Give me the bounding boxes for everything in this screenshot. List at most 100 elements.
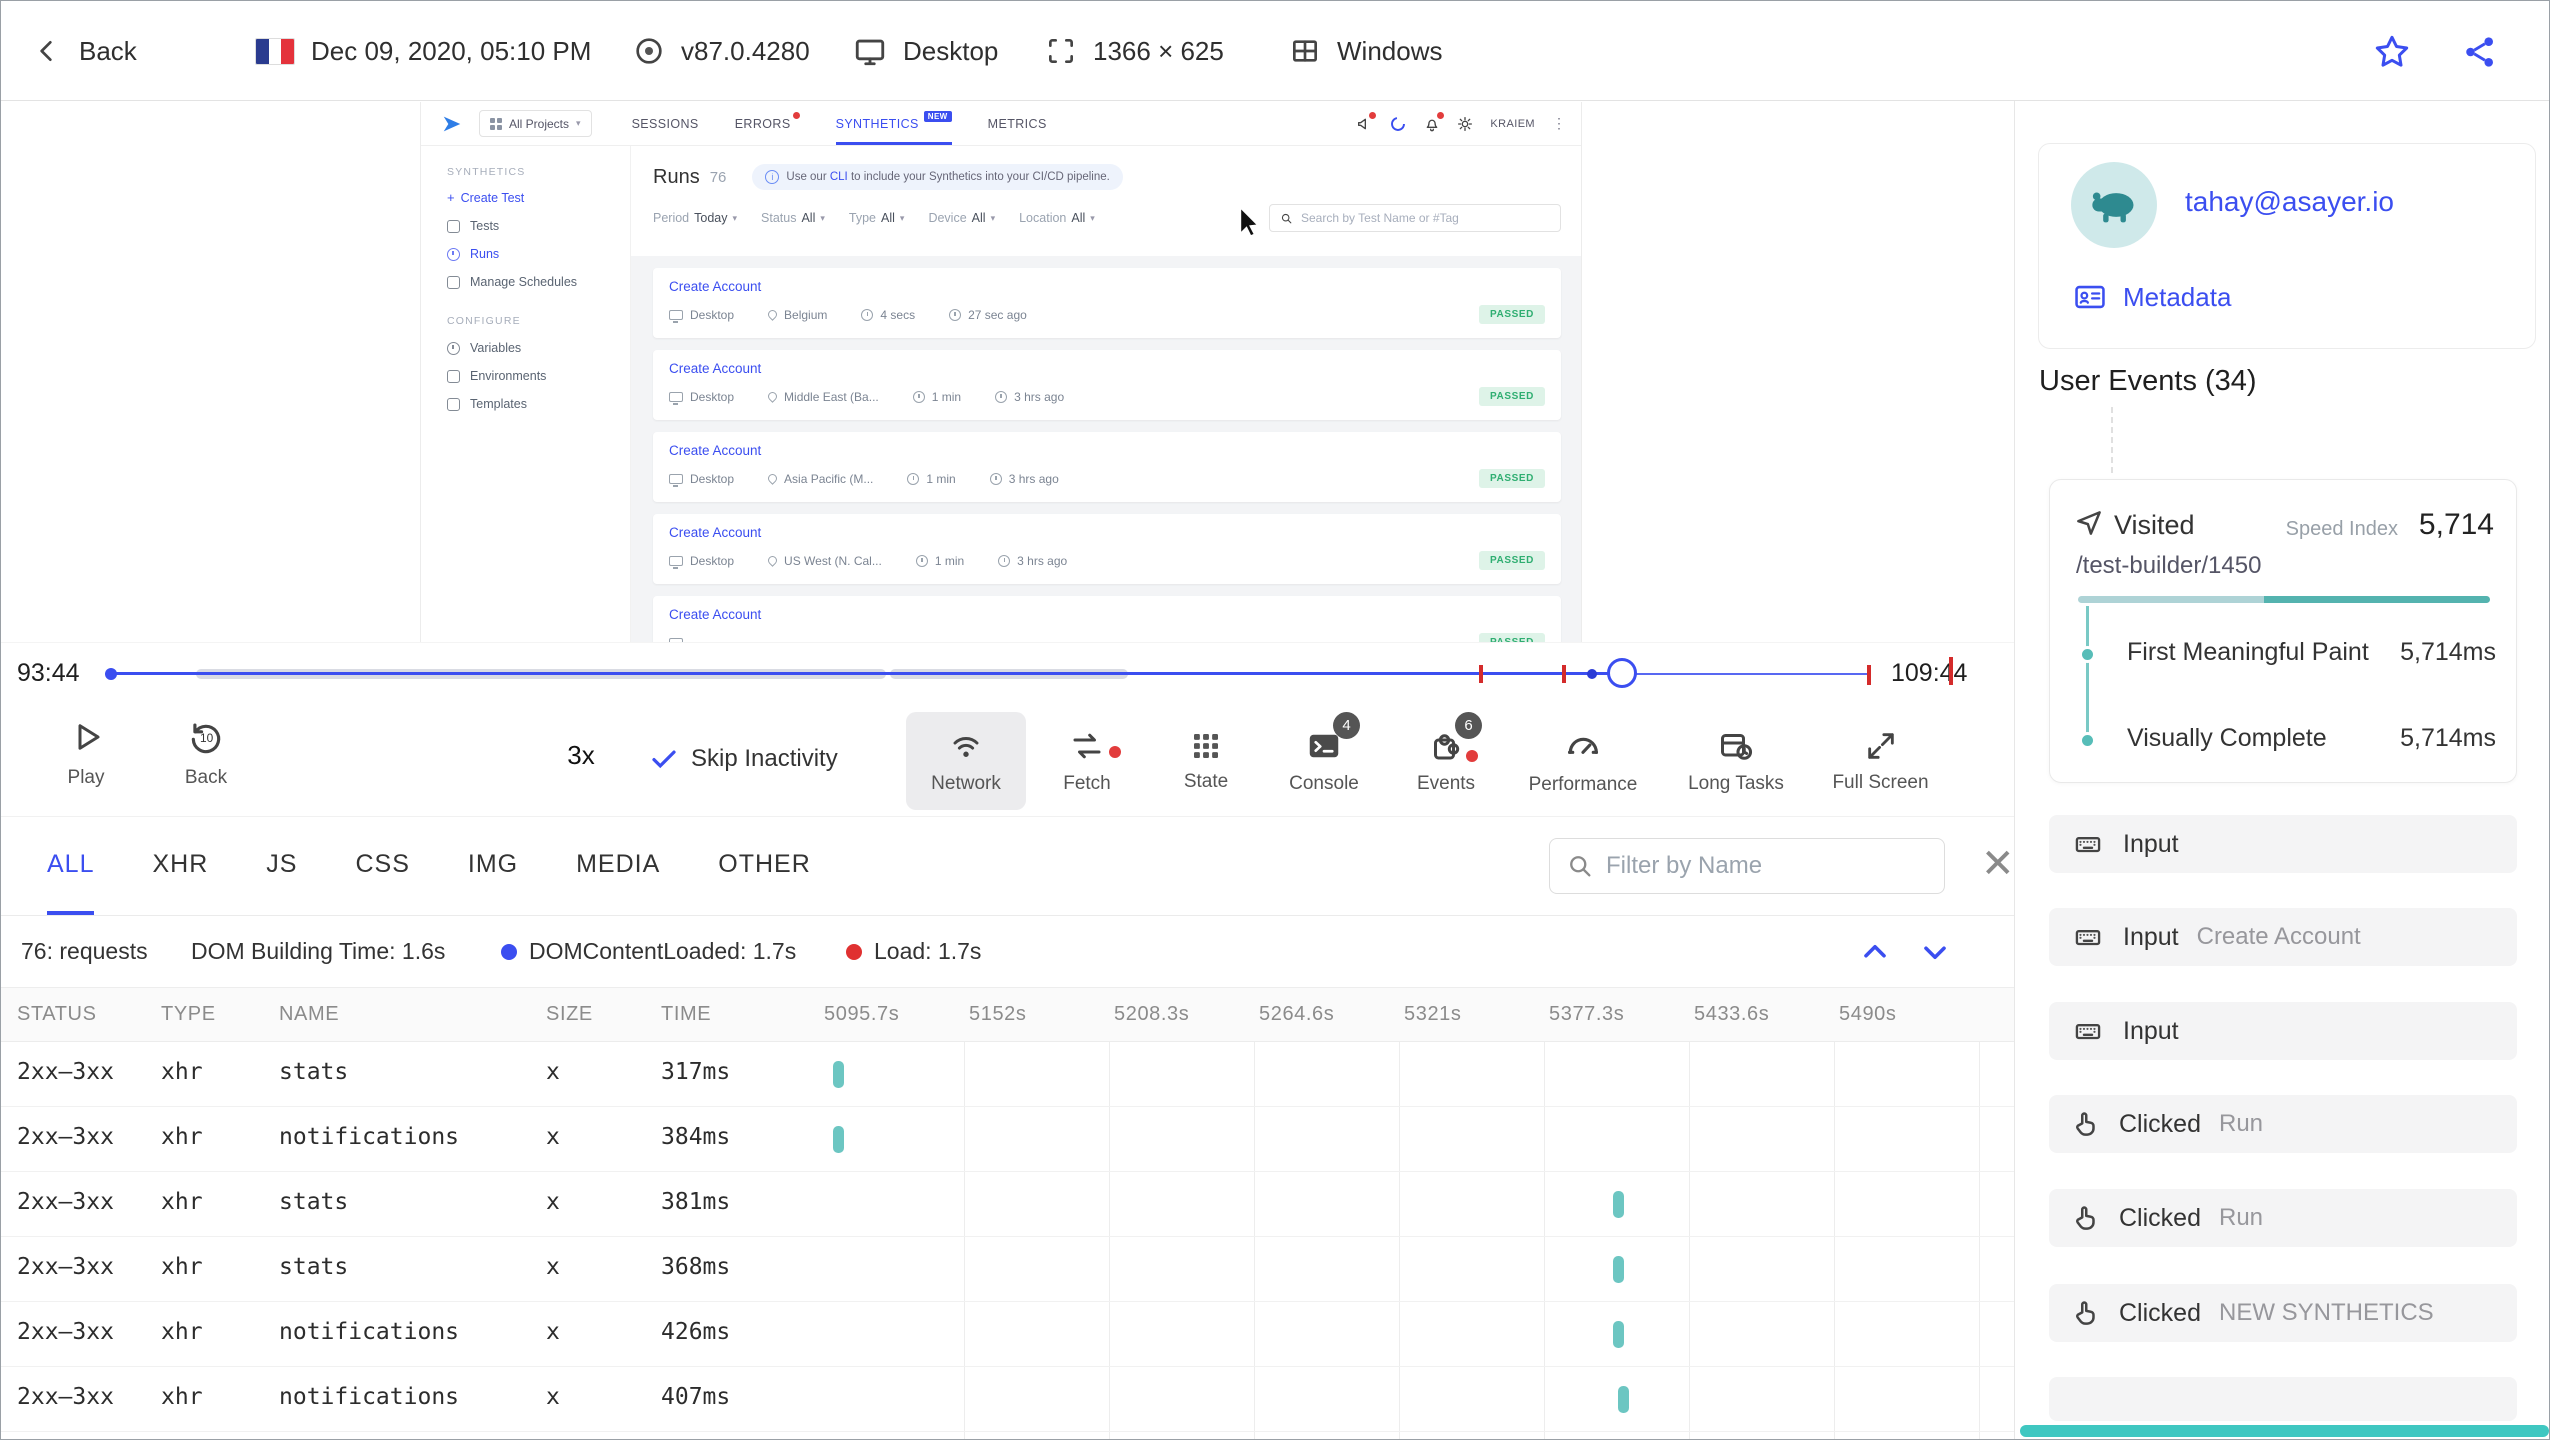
time-tick-label: 5377.3s xyxy=(1549,1003,1625,1025)
playhead-handle[interactable] xyxy=(1607,658,1637,688)
input-event-card[interactable]: Input Create Account xyxy=(2049,908,2517,966)
runs-list: Create Account Desktop Belgium 4 secs 27… xyxy=(631,256,1581,642)
play-button[interactable]: Play xyxy=(41,716,131,789)
event-marker-dot[interactable] xyxy=(1587,669,1597,679)
state-panel-button[interactable]: State xyxy=(1146,712,1266,810)
tab-all[interactable]: ALL xyxy=(47,817,95,915)
tab-js[interactable]: JS xyxy=(266,817,297,915)
svg-text:10: 10 xyxy=(200,731,214,745)
pointer-hand-icon xyxy=(2071,1298,2101,1328)
time-tick-label: 5152s xyxy=(969,1003,1027,1025)
table-row[interactable]: 2xx–3xx xhr stats x 381ms xyxy=(1,1172,2014,1237)
performance-panel-button[interactable]: Performance xyxy=(1513,712,1653,810)
tab-media[interactable]: MEDIA xyxy=(576,817,660,915)
metric-dot xyxy=(2079,732,2096,749)
metadata-link[interactable]: Metadata xyxy=(2073,280,2231,314)
error-marker[interactable] xyxy=(1949,657,1953,685)
new-badge: NEW xyxy=(923,111,952,122)
sidebar-scroll-indicator[interactable] xyxy=(2020,1425,2549,1437)
os-label: Windows xyxy=(1337,35,1443,66)
session-datetime-group: Dec 09, 2020, 05:10 PM xyxy=(255,1,591,101)
keyboard-icon xyxy=(2071,830,2105,858)
table-row[interactable]: 2xx–3xx xhr stats x 317ms xyxy=(1,1042,2014,1107)
chevron-left-icon xyxy=(31,35,63,67)
clicked-event-card[interactable]: Clicked Run xyxy=(2049,1095,2517,1153)
fetch-panel-button[interactable]: Fetch xyxy=(1027,712,1147,810)
col-name: NAME xyxy=(279,1003,340,1025)
events-panel-button[interactable]: 6 Events xyxy=(1386,712,1506,810)
replay-tab-synthetics: SYNTHETICS NEW xyxy=(836,102,952,145)
run-card: Create Account Desktop Middle East (Ba..… xyxy=(653,350,1561,420)
col-type: TYPE xyxy=(161,1003,216,1025)
tab-xhr[interactable]: XHR xyxy=(152,817,208,915)
network-requests-table: STATUS TYPE NAME SIZE TIME 5095.7s 5152s… xyxy=(1,988,2014,1439)
run-card-partial: Create Account PASSED xyxy=(653,596,1561,642)
table-row[interactable]: 2xx–3xx xhr notifications x 407ms xyxy=(1,1367,2014,1432)
filter-location: Location All ▾ xyxy=(1019,211,1095,225)
table-row[interactable]: 2xx–3xx xhr stats x 368ms xyxy=(1,1237,2014,1302)
jump-next-button[interactable] xyxy=(1917,934,1953,970)
share-button[interactable] xyxy=(2457,29,2503,75)
console-panel-button[interactable]: 4 Console xyxy=(1264,712,1384,810)
back-10s-button[interactable]: 10 Back xyxy=(161,716,251,789)
user-email: tahay@asayer.io xyxy=(2185,186,2394,217)
close-panel-button[interactable]: ✕ xyxy=(1981,844,2015,884)
requests-count: 76: requests xyxy=(21,938,148,964)
request-timing-bar xyxy=(1613,1256,1624,1283)
back-label: Back xyxy=(79,35,137,66)
long-tasks-panel-button[interactable]: Long Tasks xyxy=(1661,712,1811,810)
error-marker[interactable] xyxy=(1867,665,1871,685)
total-time: 109:44 xyxy=(1891,659,1968,687)
status-badge: PASSED xyxy=(1479,633,1545,642)
d-c-l-marker-dot xyxy=(501,943,517,960)
monitor-icon xyxy=(669,555,683,569)
metric-name: Visually Complete xyxy=(2127,724,2327,752)
network-panel-button[interactable]: Network xyxy=(906,712,1026,810)
project-selector: All Projects ▾ xyxy=(479,110,592,137)
player-controls: Play 10 Back 3x Skip Inactivity Network xyxy=(1,704,2014,816)
input-event-card[interactable]: Input xyxy=(2049,815,2517,873)
play-icon xyxy=(68,716,104,758)
full-screen-button[interactable]: Full Screen xyxy=(1813,712,1948,810)
status-badge: PASSED xyxy=(1479,551,1545,570)
tab-img[interactable]: IMG xyxy=(468,817,518,915)
timeline-remaining[interactable] xyxy=(1623,673,1871,675)
user-avatar xyxy=(2071,162,2157,248)
run-name-link: Create Account xyxy=(669,607,762,622)
plus-icon: + xyxy=(447,190,455,205)
player-pane: All Projects ▾ SESSIONS ERRORS SYNTHETIC… xyxy=(1,102,2015,1439)
timeline-progress[interactable] xyxy=(111,672,1623,675)
back-button[interactable]: Back xyxy=(31,1,137,101)
tab-css[interactable]: CSS xyxy=(355,817,409,915)
favorite-button[interactable] xyxy=(2369,29,2415,75)
skip-inactivity-toggle[interactable]: Skip Inactivity xyxy=(649,744,838,774)
tab-other[interactable]: OTHER xyxy=(718,817,811,915)
filter-by-name-field xyxy=(1549,838,1945,894)
keyboard-icon xyxy=(2071,923,2105,951)
pointer-hand-icon xyxy=(2071,1109,2101,1139)
input-event-card[interactable]: Input xyxy=(2049,1002,2517,1060)
search-icon xyxy=(1566,852,1594,880)
table-row[interactable]: 2xx–3xx xhr notifications x 426ms xyxy=(1,1302,2014,1367)
run-name-link: Create Account xyxy=(669,443,762,458)
loading-spinner-icon xyxy=(1389,115,1407,133)
sidebar-item-tests: Tests xyxy=(447,219,630,233)
error-marker[interactable] xyxy=(1479,665,1483,683)
playback-speed-button[interactable]: 3x xyxy=(541,740,621,771)
table-row[interactable]: 2xx–3xx xhr notifications x 384ms xyxy=(1,1107,2014,1172)
duration-clock-icon xyxy=(861,308,874,321)
clicked-event-card[interactable]: Clicked Run xyxy=(2049,1189,2517,1247)
replay-app-sidebar: SYNTHETICS + Create Test Tests Runs Manag… xyxy=(421,146,631,642)
visited-event-card[interactable]: Visited Speed Index 5,714 /test-builder/… xyxy=(2049,479,2517,783)
clicked-event-card[interactable]: Clicked NEW SYNTHETICS xyxy=(2049,1284,2517,1342)
user-events-title: User Events (34) xyxy=(2039,365,2257,397)
filter-type: Type All ▾ xyxy=(848,211,905,225)
filter-by-name-input[interactable] xyxy=(1606,852,1906,880)
col-status: STATUS xyxy=(17,1003,97,1025)
jump-prev-button[interactable] xyxy=(1857,934,1893,970)
metrics-connector-line xyxy=(2086,606,2089,746)
console-count-badge: 4 xyxy=(1333,712,1360,739)
speed-index-label: Speed Index xyxy=(2285,518,2398,540)
events-alert-dot xyxy=(1466,750,1478,762)
error-marker[interactable] xyxy=(1562,665,1566,683)
